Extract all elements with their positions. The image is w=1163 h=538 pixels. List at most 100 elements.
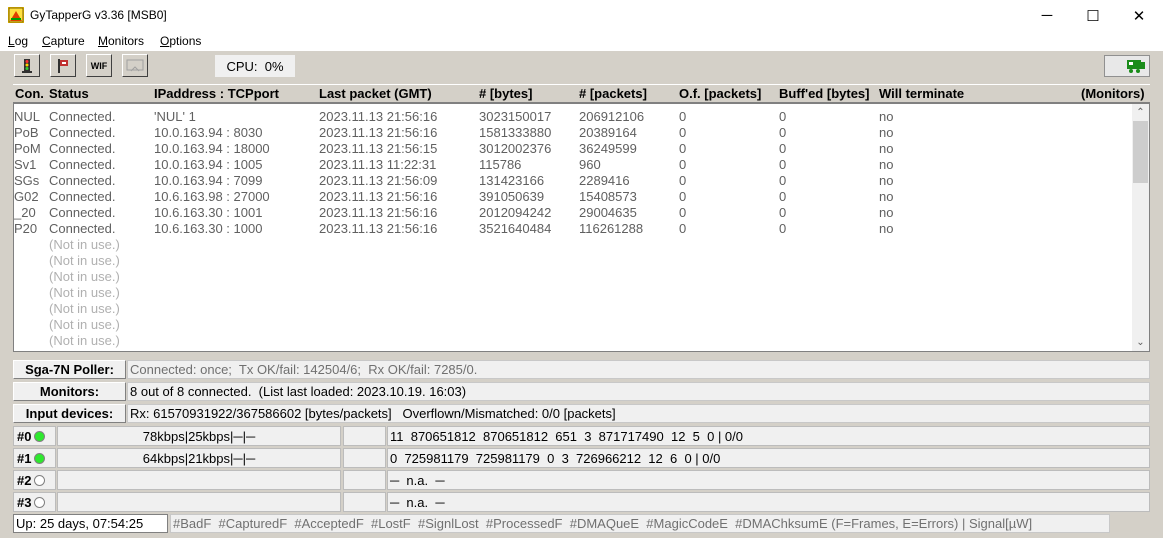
monitor-id-label: #2 [17, 472, 32, 488]
table-row[interactable]: (Not in use.) [14, 237, 1134, 253]
monitor-signal [343, 470, 386, 490]
scroll-up-icon[interactable]: ⌃ [1132, 104, 1149, 121]
cell-status: Connected. [49, 141, 116, 156]
header-bytes[interactable]: # [bytes] [479, 86, 532, 101]
table-row[interactable]: (Not in use.) [14, 333, 1134, 349]
minimize-button[interactable]: ─ [1024, 0, 1070, 31]
close-button[interactable]: ✕ [1116, 0, 1162, 31]
cell-last: 2023.11.13 21:56:16 [319, 205, 438, 220]
traffic-light-icon [22, 58, 32, 73]
cell-ip: 10.0.163.94 : 8030 [154, 125, 263, 140]
header-status[interactable]: Status [49, 86, 89, 101]
cell-buff: 0 [779, 125, 787, 140]
cell-of: 0 [679, 221, 687, 236]
header-buffered[interactable]: Buff'ed [bytes] [779, 86, 869, 101]
monitor-id: #1 [13, 448, 56, 468]
cell-of: 0 [679, 205, 687, 220]
monitor-rate [57, 470, 341, 490]
header-monitors[interactable]: (Monitors) [1081, 86, 1145, 101]
header-will-terminate[interactable]: Will terminate [879, 86, 964, 101]
table-row[interactable]: PoB Connected. 10.0.163.94 : 8030 2023.1… [14, 125, 1134, 141]
table-row[interactable]: (Not in use.) [14, 317, 1134, 333]
toolbar-button-4[interactable] [122, 54, 148, 77]
cpu-indicator: CPU: 0% [215, 55, 295, 77]
cell-bytes: 115786 [479, 157, 522, 172]
cell-con: NUL [14, 109, 41, 124]
cell-status: Connected. [49, 189, 116, 204]
table-row[interactable]: Sv1 Connected. 10.0.163.94 : 1005 2023.1… [14, 157, 1134, 173]
menu-log[interactable]: Log [8, 34, 28, 48]
poller-label: Sga-7N Poller: [13, 360, 126, 379]
maximize-button[interactable]: ☐ [1070, 0, 1116, 31]
menu-capture[interactable]: Capture [42, 34, 85, 48]
cell-packets: 206912106 [579, 109, 645, 124]
cell-packets: 15408573 [579, 189, 637, 204]
monitor-id: #3 [13, 492, 56, 512]
cell-status: (Not in use.) [49, 285, 120, 300]
header-last-packet[interactable]: Last packet (GMT) [319, 86, 432, 101]
monitor-status-led-icon [34, 496, 46, 508]
table-row[interactable]: PoM Connected. 10.0.163.94 : 18000 2023.… [14, 141, 1134, 157]
table-row[interactable]: _20 Connected. 10.6.163.30 : 1001 2023.1… [14, 205, 1134, 221]
cell-ip: 10.6.163.30 : 1000 [154, 221, 263, 236]
cell-buff: 0 [779, 141, 787, 156]
input-devices-value: Rx: 61570931922/367586602 [bytes/packets… [127, 404, 1150, 423]
cell-status: (Not in use.) [49, 237, 120, 252]
table-row[interactable]: (Not in use.) [14, 285, 1134, 301]
monitor-id-label: #3 [17, 494, 32, 510]
menu-options[interactable]: Options [160, 34, 201, 48]
cell-bytes: 1581333880 [479, 125, 552, 140]
status-button[interactable] [1104, 55, 1150, 77]
cell-status: Connected. [49, 109, 116, 124]
cell-buff: 0 [779, 205, 787, 220]
cell-bytes: 391050639 [479, 189, 545, 204]
monitor-stats: 0 725981179 725981179 0 3 726966212 12 6… [387, 448, 1150, 468]
uptime-display: Up: 25 days, 07:54:25 [13, 514, 168, 533]
cell-buff: 0 [779, 173, 787, 188]
monitors-value: 8 out of 8 connected. (List last loaded:… [127, 382, 1150, 401]
header-ip[interactable]: IPaddress : TCPport [154, 86, 279, 101]
header-con[interactable]: Con. [15, 86, 44, 101]
cell-con: PoB [14, 125, 39, 140]
cell-last: 2023.11.13 21:56:15 [319, 141, 438, 156]
table-row[interactable]: P20 Connected. 10.6.163.30 : 1000 2023.1… [14, 221, 1134, 237]
input-devices-label: Input devices: [13, 404, 126, 423]
cell-status: Connected. [49, 173, 116, 188]
cell-packets: 960 [579, 157, 601, 172]
monitor-rate [57, 492, 341, 512]
table-row[interactable]: G02 Connected. 10.6.163.98 : 27000 2023.… [14, 189, 1134, 205]
scroll-down-icon[interactable]: ⌄ [1132, 334, 1149, 351]
cell-status: Connected. [49, 125, 116, 140]
scroll-thumb[interactable] [1133, 121, 1148, 183]
cell-packets: 36249599 [579, 141, 637, 156]
cell-ip: 10.6.163.98 : 27000 [154, 189, 270, 204]
cell-packets: 116261288 [579, 221, 644, 236]
table-row[interactable]: (Not in use.) [14, 269, 1134, 285]
list-scrollbar[interactable]: ⌃ ⌄ [1132, 104, 1149, 351]
header-overflow[interactable]: O.f. [packets] [679, 86, 761, 101]
monitor-id: #0 [13, 426, 56, 446]
connection-list[interactable]: NUL Connected. 'NUL' 1 2023.11.13 21:56:… [13, 103, 1150, 352]
cell-status: Connected. [49, 221, 116, 236]
cell-last: 2023.11.13 21:56:09 [319, 173, 438, 188]
cell-ip: 10.6.163.30 : 1001 [154, 205, 263, 220]
flag-icon [58, 58, 68, 73]
cell-of: 0 [679, 189, 687, 204]
cell-term: no [879, 141, 894, 156]
table-row[interactable]: (Not in use.) [14, 301, 1134, 317]
monitor-id: #2 [13, 470, 56, 490]
toolbar-button-wif[interactable]: WIF [86, 54, 112, 77]
menu-monitors[interactable]: Monitors [98, 34, 144, 48]
cell-term: no [879, 189, 894, 204]
table-row[interactable]: NUL Connected. 'NUL' 1 2023.11.13 21:56:… [14, 109, 1134, 125]
cell-ip: 10.0.163.94 : 1005 [154, 157, 263, 172]
cell-of: 0 [679, 157, 687, 172]
table-row[interactable]: SGs Connected. 10.0.163.94 : 7099 2023.1… [14, 173, 1134, 189]
toolbar-button-2[interactable] [50, 54, 76, 77]
toolbar-button-1[interactable] [14, 54, 40, 77]
cell-term: no [879, 221, 894, 236]
monitor-id-label: #0 [17, 428, 32, 444]
poller-value: Connected: once; Tx OK/fail: 142504/6; R… [127, 360, 1150, 379]
table-row[interactable]: (Not in use.) [14, 253, 1134, 269]
header-packets[interactable]: # [packets] [579, 86, 647, 101]
